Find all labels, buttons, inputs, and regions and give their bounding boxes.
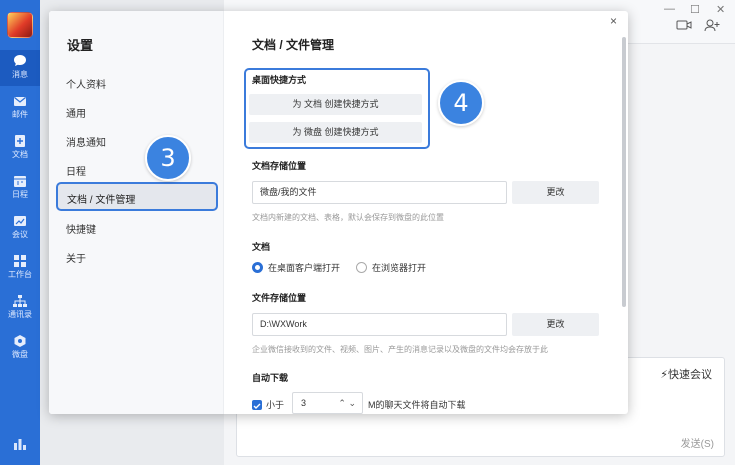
auto-download-suffix: M的聊天文件将自动下载 (368, 400, 466, 410)
less-than-label: 小于 (266, 400, 285, 410)
settings-content: 文档 / 文件管理 桌面快捷方式 为 文档 创建快捷方式 为 微盘 创建快捷方式… (244, 11, 612, 414)
rail-label: 会议 (12, 230, 28, 239)
rail-item-workbench[interactable]: 工作台 (0, 250, 40, 286)
video-call-icon[interactable] (676, 18, 692, 32)
menu-item-notifications[interactable]: 消息通知 (66, 134, 106, 149)
rail-item-calendar[interactable]: 日程 (0, 170, 40, 206)
minimize-icon[interactable]: — (664, 3, 675, 15)
menu-item-about[interactable]: 关于 (66, 250, 86, 265)
maximize-icon[interactable]: ☐ (690, 3, 700, 16)
open-in-desktop-radio[interactable]: 在桌面客户端打开 (252, 261, 340, 274)
more-apps-icon[interactable] (12, 436, 28, 455)
file-storage-field[interactable]: D:\WXWork (252, 313, 507, 336)
settings-dialog: 设置 个人资料 通用 消息通知 日程 文档 / 文件管理 快捷键 关于 × 文档… (49, 11, 628, 414)
close-window-icon[interactable]: ✕ (716, 3, 725, 16)
drive-icon (14, 335, 26, 347)
rail-item-meeting[interactable]: 会议 (0, 210, 40, 246)
radio-label: 在桌面客户端打开 (268, 263, 341, 273)
rail-label: 通讯录 (8, 310, 32, 319)
stepper-arrows-icon[interactable]: ⌃ ⌄ (338, 393, 356, 413)
section-title: 文档 (252, 242, 271, 252)
open-in-browser-radio[interactable]: 在浏览器打开 (356, 261, 426, 274)
send-button[interactable]: 发送(S) (681, 435, 714, 450)
quick-meeting-button[interactable]: ⚡快速会议 (660, 366, 712, 382)
rail-label: 微盘 (12, 350, 28, 359)
size-limit-stepper[interactable]: 3 ⌃ ⌄ (292, 392, 363, 414)
rail-label: 工作台 (8, 270, 32, 279)
section-title: 文档存储位置 (252, 161, 307, 171)
hint-text: 文档内新建的文档、表格，默认会保存到微盘的此位置 (252, 213, 444, 222)
menu-item-profile[interactable]: 个人资料 (66, 76, 106, 91)
radio-selected-icon (252, 262, 263, 273)
meeting-icon (14, 216, 26, 226)
contacts-icon (13, 295, 27, 307)
settings-title: 设置 (67, 38, 94, 53)
section-title: 文件存储位置 (252, 293, 307, 303)
menu-item-shortcuts[interactable]: 快捷键 (66, 221, 96, 236)
quick-meeting-label: 快速会议 (668, 369, 712, 381)
app-sidebar: 消息 邮件 文档 日程 会议 工作台 通讯录 微盘 (0, 0, 40, 465)
settings-menu: 设置 个人资料 通用 消息通知 日程 文档 / 文件管理 快捷键 关于 (49, 11, 224, 414)
create-drive-shortcut-button[interactable]: 为 微盘 创建快捷方式 (249, 122, 422, 143)
page-title: 文档 / 文件管理 (252, 38, 335, 52)
step-badge-4: 4 (438, 80, 484, 126)
auto-download-checkbox[interactable] (252, 400, 262, 410)
rail-label: 邮件 (12, 110, 28, 119)
rail-item-mail[interactable]: 邮件 (0, 90, 40, 126)
radio-label: 在浏览器打开 (372, 263, 427, 273)
rail-item-contacts[interactable]: 通讯录 (0, 290, 40, 326)
radio-unselected-icon (356, 262, 367, 273)
mail-icon (14, 97, 26, 106)
desktop-shortcut-section: 桌面快捷方式 为 文档 创建快捷方式 为 微盘 创建快捷方式 (244, 68, 430, 149)
rail-label: 日程 (12, 190, 28, 199)
check-icon (253, 403, 261, 409)
change-doc-storage-button[interactable]: 更改 (512, 181, 599, 204)
workbench-icon (14, 255, 26, 267)
menu-item-general[interactable]: 通用 (66, 105, 86, 120)
rail-label: 消息 (12, 70, 28, 79)
section-title: 自动下载 (252, 373, 289, 383)
menu-item-label: 文档 / 文件管理 (67, 195, 136, 206)
rail-item-docs[interactable]: 文档 (0, 130, 40, 166)
rail-label: 文档 (12, 150, 28, 159)
document-icon (15, 135, 25, 147)
size-value: 3 (301, 398, 307, 408)
add-member-icon[interactable] (704, 18, 720, 32)
lightning-icon: ⚡ (660, 369, 668, 381)
doc-storage-field[interactable]: 微盘/我的文件 (252, 181, 507, 204)
menu-item-docs-files[interactable]: 文档 / 文件管理 (56, 182, 218, 211)
step-badge-3: 3 (145, 135, 191, 181)
rail-item-messages[interactable]: 消息 (0, 50, 40, 86)
chat-icon (14, 55, 26, 66)
change-file-storage-button[interactable]: 更改 (512, 313, 599, 336)
scrollbar[interactable] (622, 37, 626, 307)
rail-item-drive[interactable]: 微盘 (0, 330, 40, 366)
hint-text: 企业微信接收到的文件、视频、图片、产生的消息记录以及微盘的文件均会存放于此 (252, 345, 548, 354)
section-title: 桌面快捷方式 (252, 75, 307, 85)
calendar-icon (14, 176, 26, 187)
avatar[interactable] (7, 12, 33, 38)
menu-item-schedule[interactable]: 日程 (66, 163, 86, 178)
create-doc-shortcut-button[interactable]: 为 文档 创建快捷方式 (249, 94, 422, 115)
